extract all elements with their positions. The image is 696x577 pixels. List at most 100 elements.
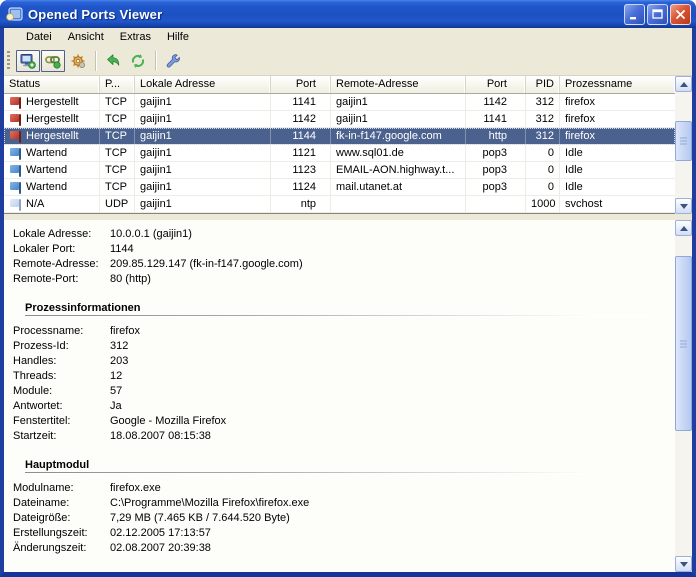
table-row[interactable]: Wartend TCP gaijin1 1123 EMAIL-AON.highway.t… [4,162,675,179]
process-cell: firefox [565,96,595,108]
menu-ansicht[interactable]: Ansicht [60,28,112,47]
connections-button[interactable] [41,50,65,72]
remote-computers-button[interactable] [16,50,40,72]
scrollbar-thumb[interactable] [675,256,692,431]
details-content: Lokale Adresse: 10.0.0.1 (gaijin1) Lokaler… [4,220,675,572]
detail-row: Handles: 203 [13,355,675,370]
detail-row: Lokale Adresse: 10.0.0.1 (gaijin1) [13,228,675,243]
remote-port-cell [466,196,526,212]
column-header[interactable]: Port [271,76,331,93]
protocol-cell: UDP [100,196,135,212]
table-row[interactable]: Hergestellt TCP gaijin1 1142 gaijin1 1141 312 f… [4,111,675,128]
detail-value: 80 (http) [110,273,151,285]
remote-address-cell: mail.utanet.at [331,179,466,195]
scroll-down-button[interactable] [675,556,692,572]
process-info-block: Processname: firefox Prozess-Id: 312 Handles… [13,325,675,445]
close-button[interactable] [670,3,691,25]
column-header[interactable]: P... [100,76,135,93]
table-scrollbar[interactable] [675,76,692,214]
detail-value: 57 [110,385,123,397]
menu-datei[interactable]: Datei [18,28,60,47]
detail-row: Dateiname: C:\Programme\Mozilla Firefox\f… [13,497,675,512]
back-button[interactable] [101,50,125,72]
status-flag-icon [10,165,21,177]
minimize-icon [630,16,636,19]
local-address-cell: gaijin1 [135,128,271,144]
table-body: Hergestellt TCP gaijin1 1141 gaijin1 1142 312 f… [4,94,675,213]
refresh-icon [131,54,145,68]
pid-cell: 312 [526,128,560,144]
pid-cell: 0 [526,162,560,178]
status-flag-icon [10,131,21,143]
process-cell: Idle [565,147,583,159]
local-port-cell: 1144 [271,128,331,144]
protocol-cell: TCP [100,179,135,195]
pid-cell: 312 [526,94,560,110]
table-row[interactable]: N/A UDP gaijin1 ntp 1000 svchost [4,196,675,213]
detail-label: Lokale Adresse: [13,228,92,240]
detail-row: Remote-Port: 80 (http) [13,273,675,288]
maximize-button[interactable] [647,3,668,25]
scrollbar-thumb[interactable] [675,121,692,161]
detail-label: Modulname: [13,482,74,494]
detail-row: Processname: firefox [13,325,675,340]
process-cell: firefox [565,113,595,125]
gear-icon [71,54,85,68]
detail-row: Antwortet: Ja [13,400,675,415]
status-flag-icon [10,182,21,194]
refresh-button[interactable] [126,50,150,72]
table-row[interactable]: Hergestellt TCP gaijin1 1141 gaijin1 1142 312 f… [4,94,675,111]
menu-hilfe[interactable]: Hilfe [159,28,197,47]
detail-row: Prozess-Id: 312 [13,340,675,355]
process-cell: svchost [565,198,603,210]
detail-label: Antwortet: [13,400,63,412]
table-row[interactable]: Wartend TCP gaijin1 1124 mail.utanet.at pop3 0… [4,179,675,196]
scroll-up-button[interactable] [675,76,692,92]
status-cell: Wartend [4,162,100,178]
detail-row: Module: 57 [13,385,675,400]
status-cell: Hergestellt [4,111,100,127]
window-controls [624,3,691,25]
remote-address-cell: www.sql01.de [331,145,466,161]
detail-value: 12 [110,370,123,382]
scroll-up-button[interactable] [675,220,692,236]
column-header[interactable]: PID [526,76,560,93]
scroll-down-button[interactable] [675,198,692,214]
services-button[interactable] [66,50,90,72]
remote-address-cell: EMAIL-AON.highway.t... [331,162,466,178]
detail-label: Dateiname: [13,497,70,509]
detail-label: Erstellungszeit: [13,527,88,539]
detail-label: Module: [13,385,53,397]
detail-label: Lokaler Port: [13,243,76,255]
process-cell: Idle [565,164,583,176]
section-rule [25,315,651,316]
column-header[interactable]: Port [466,76,526,93]
column-header[interactable]: Status [4,76,100,93]
detail-row: Fenstertitel: Google - Mozilla Firefox [13,415,675,430]
column-header[interactable]: Prozessname [560,76,675,93]
wrench-icon [166,54,180,68]
local-address-cell: gaijin1 [135,94,271,110]
detail-value: Google - Mozilla Firefox [110,415,227,427]
details-scrollbar[interactable] [675,220,692,572]
toolbar-grip[interactable] [7,51,10,71]
table-row[interactable]: Hergestellt TCP gaijin1 1144 fk-in-f147.goog… [4,128,675,145]
local-address-cell: gaijin1 [135,162,271,178]
detail-value: 203 [110,355,129,367]
detail-label: Startzeit: [13,430,57,442]
connections-table: Status P... Lokale Adresse Port Remote-Adres… [4,76,692,214]
table-row[interactable]: Wartend TCP gaijin1 1121 www.sql01.de pop3 0 Id… [4,145,675,162]
process-section-title: Prozessinformationen [25,302,141,314]
local-address-cell: gaijin1 [135,196,271,212]
remote-port-cell: 1141 [466,111,526,127]
title-bar[interactable]: Opened Ports Viewer [0,0,696,28]
column-header[interactable]: Remote-Adresse [331,76,466,93]
menu-extras[interactable]: Extras [112,28,159,47]
detail-row: Erstellungszeit: 02.12.2005 17:13:57 [13,527,675,542]
minimize-button[interactable] [624,3,645,25]
menu-bar: Datei Ansicht Extras Hilfe [4,28,692,47]
remote-address-cell: gaijin1 [331,111,466,127]
column-header[interactable]: Lokale Adresse [135,76,271,93]
detail-row: Startzeit: 18.08.2007 08:15:38 [13,430,675,445]
options-button[interactable] [161,50,185,72]
